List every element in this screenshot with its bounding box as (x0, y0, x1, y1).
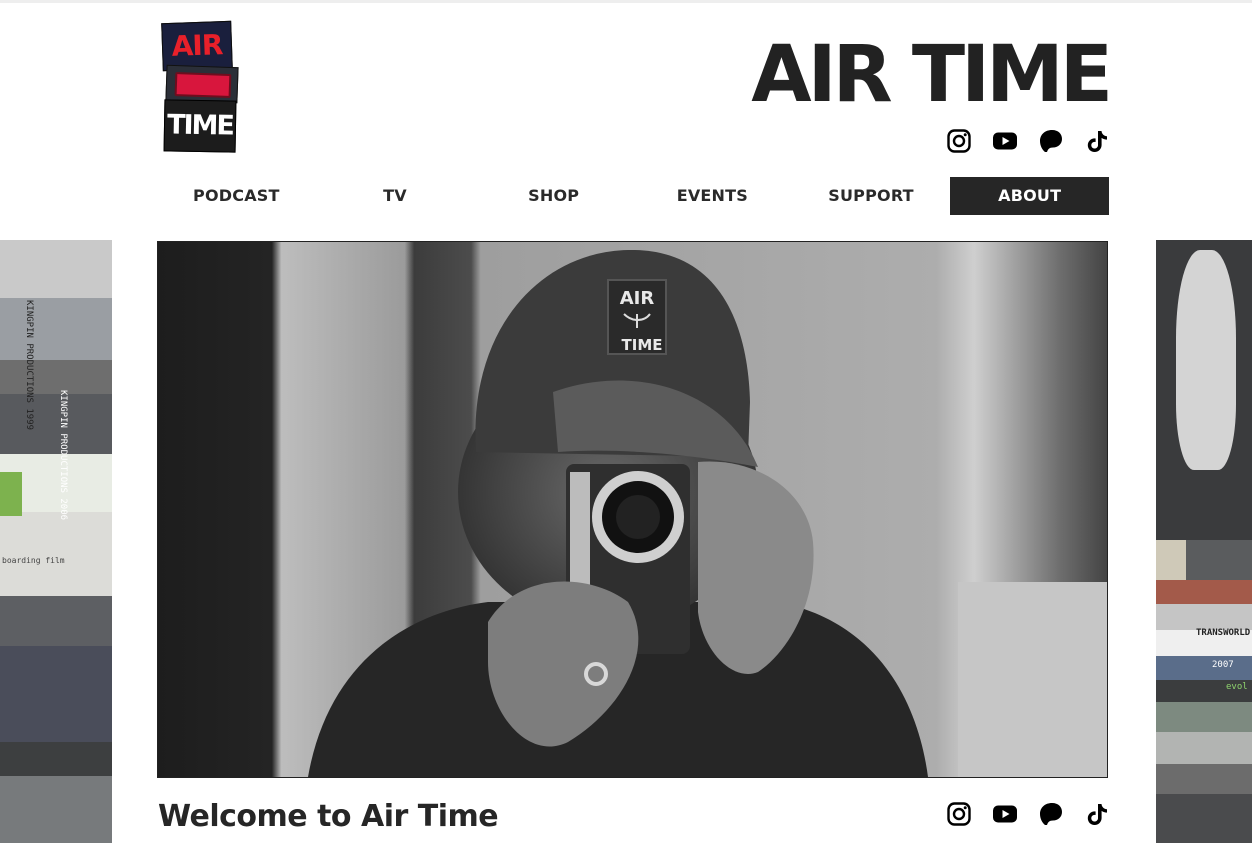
nav-podcast[interactable]: PODCAST (157, 177, 316, 215)
instagram-icon[interactable] (946, 128, 972, 154)
patreon-icon[interactable] (1038, 801, 1064, 827)
tiktok-icon[interactable] (1084, 801, 1110, 827)
site-logo[interactable]: AIR TIME (160, 20, 239, 153)
welcome-heading: Welcome to Air Time (158, 799, 499, 834)
tiktok-icon[interactable] (1084, 128, 1110, 154)
right-strip-label: evol (1226, 682, 1248, 692)
hero-photo: AIR TIME (157, 241, 1108, 778)
logo-time-text: TIME (163, 99, 237, 153)
cap-patch-text-bottom: TIME (622, 336, 663, 354)
hero-photo-illustration: AIR TIME (158, 242, 1107, 777)
left-background-strip: KINGPIN PRODUCTIONS 1999 KINGPIN PRODUCT… (0, 240, 112, 843)
top-border (0, 0, 1252, 3)
logo-air-text: AIR (161, 20, 233, 72)
nav-events[interactable]: EVENTS (633, 177, 792, 215)
left-strip-label: KINGPIN PRODUCTIONS 2006 (58, 390, 68, 521)
social-links-content (946, 801, 1110, 827)
nav-about[interactable]: ABOUT (950, 177, 1110, 215)
right-strip-label: TRANSWORLD (1196, 628, 1251, 638)
nav-tv[interactable]: TV (316, 177, 475, 215)
nav-shop[interactable]: SHOP (474, 177, 633, 215)
social-links-header (946, 128, 1110, 154)
right-strip-label: 2007 (1212, 660, 1234, 670)
cap-patch-text-top: AIR (620, 288, 655, 309)
right-background-strip: TRANSWORLD 2007 evol (1156, 240, 1252, 843)
youtube-icon[interactable] (992, 128, 1018, 154)
youtube-icon[interactable] (992, 801, 1018, 827)
page: AIR TIME AIR TIME PODCAST TV SHOP EVENTS… (0, 0, 1252, 843)
instagram-icon[interactable] (946, 801, 972, 827)
site-title[interactable]: AIR TIME (751, 30, 1113, 120)
patreon-icon[interactable] (1038, 128, 1064, 154)
nav-support[interactable]: SUPPORT (792, 177, 951, 215)
left-strip-label: KINGPIN PRODUCTIONS 1999 (24, 300, 34, 431)
main-nav: PODCAST TV SHOP EVENTS SUPPORT ABOUT (157, 177, 1110, 215)
left-strip-label: boarding film (2, 556, 65, 565)
logo-switch-graphic (165, 64, 239, 104)
